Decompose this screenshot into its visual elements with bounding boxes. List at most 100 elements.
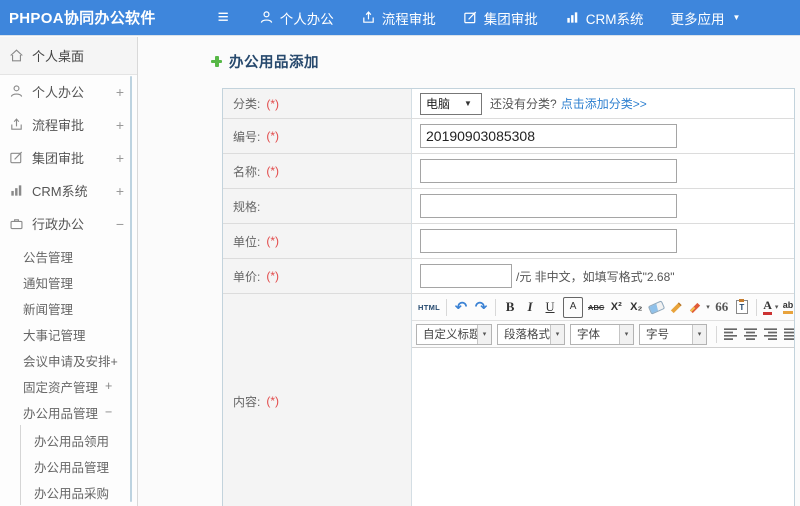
align-justify-icon[interactable] [781,324,794,345]
paste-text-icon[interactable]: T [732,297,752,318]
superscript-button[interactable]: X² [606,297,626,318]
sidebar-scrollbar[interactable] [130,76,132,502]
field-label: 内容: (*) [223,294,412,506]
sidebar-item-admin-office[interactable]: 行政办公 − [0,207,137,240]
sidebar-item-assets-mgmt[interactable]: 固定资产管理 + [0,373,137,399]
rich-text-editor: HTML ↶ ↷ B I U A ABC X² X₂ ▾ 66 T A ▾ ab… [412,294,794,506]
field-label: 分类: (*) [223,89,412,118]
caret-down-icon: ▾ [706,304,710,311]
paragraph-format-dropdown[interactable]: 段落格式 ▾ [497,323,565,345]
html-source-button[interactable]: HTML [416,297,442,318]
topnav-more-apps[interactable]: 更多应用 ▼ [671,8,741,28]
font-color-button[interactable]: A ▾ [761,297,781,318]
eraser-icon[interactable] [646,297,666,318]
italic-button[interactable]: I [520,297,540,318]
topnav-flow-approval[interactable]: 流程审批 [361,8,436,28]
caret-down-icon: ▼ [464,99,472,108]
required-marker: (*) [266,164,280,178]
align-right-icon[interactable] [761,324,781,345]
dropdown-label: 段落格式 [504,329,550,341]
price-input[interactable] [420,264,512,288]
editor-toolbar-row2: 自定义标题 ▾ 段落格式 ▾ 字体 ▾ 字号 ▾ [412,321,794,348]
sidebar-item-flow-approval[interactable]: 流程审批 + [0,108,137,141]
submenu-label: 大事记管理 [23,328,86,343]
field-label: 单价: (*) [223,259,412,293]
align-center-icon[interactable] [741,324,761,345]
undo-icon[interactable]: ↶ [451,297,471,318]
redo-icon[interactable]: ↷ [471,297,491,318]
underline-button[interactable]: U [540,297,560,318]
dropdown-label: 自定义标题 [423,329,481,341]
subscript-button[interactable]: X₂ [626,297,646,318]
strikethrough-button[interactable]: ABC [586,297,606,318]
topnav-crm[interactable]: CRM系统 [565,8,644,28]
flow-icon [9,117,24,132]
expand-plus-icon[interactable]: + [105,379,112,393]
align-left-icon[interactable] [721,324,741,345]
menu-icon[interactable]: ≡ [218,8,229,27]
sidebar-item-label: 行政办公 [32,217,85,232]
add-category-link[interactable]: 点击添加分类>> [561,95,647,112]
no-category-hint: 还没有分类? [490,97,557,111]
expand-plus-icon[interactable]: + [116,117,127,133]
format-painter-icon[interactable] [666,297,686,318]
bold-button[interactable]: B [500,297,520,318]
submenu-label: 新闻管理 [23,302,74,317]
category-select[interactable]: 电脑 ▼ [420,92,482,115]
sidebar-item-meeting-mgmt[interactable]: 会议申请及安排+ [0,347,137,373]
unit-input[interactable] [420,229,677,253]
label-text: 分类: [233,97,261,111]
form-row-unit: 单位: (*) [223,224,794,259]
editor-toolbar-row1: HTML ↶ ↷ B I U A ABC X² X₂ ▾ 66 T A ▾ ab [412,294,794,321]
font-size-dropdown[interactable]: 字号 ▾ [639,323,707,345]
custom-title-dropdown[interactable]: 自定义标题 ▾ [416,323,492,345]
sidebar-item-events-mgmt[interactable]: 大事记管理 [0,321,137,347]
sidebar-item-supplies-manage[interactable]: 办公用品管理 [21,453,137,479]
expand-plus-icon[interactable]: + [116,150,127,166]
user-icon [260,11,272,23]
sidebar-item-label: CRM系统 [32,184,88,199]
sidebar-item-label: 集团审批 [32,151,85,166]
sidebar-item-supplies-claim[interactable]: 办公用品领用 [21,427,137,453]
add-plus-icon [211,55,222,67]
required-marker: (*) [266,394,280,408]
required-marker: (*) [266,129,280,143]
font-border-button[interactable]: A [563,296,584,318]
blockquote-button[interactable]: 66 [712,297,732,318]
topnav-label: 集团审批 [483,11,538,27]
spec-input[interactable] [420,194,677,218]
label-text: 内容: [233,394,261,409]
topnav-personal-office[interactable]: 个人办公 [259,8,334,28]
editor-content[interactable] [412,348,794,506]
sidebar-item-supplies-purchase[interactable]: 办公用品采购 [21,479,137,505]
dropdown-label: 字体 [577,329,600,341]
field-label: 规格: [223,189,412,223]
collapse-minus-icon[interactable]: − [116,216,127,232]
sidebar-item-group-approval[interactable]: 集团审批 + [0,141,137,174]
sidebar-item-crm[interactable]: CRM系统 + [0,174,137,207]
font-color-letter: A [763,299,772,315]
field-value [412,189,794,223]
field-label: 名称: (*) [223,154,412,188]
sidebar-item-desktop[interactable]: 个人桌面 [0,37,137,75]
color-brush-icon[interactable]: ▾ [686,297,712,318]
sidebar-item-announcement-mgmt[interactable]: 公告管理 [0,243,137,269]
app-logo: PHPOA协同办公软件 [9,10,156,27]
field-value [412,224,794,258]
collapse-minus-icon[interactable]: − [105,405,112,419]
sidebar-item-supplies-mgmt[interactable]: 办公用品管理 − [0,399,137,425]
topnav-group-approval[interactable]: 集团审批 [463,8,538,28]
expand-plus-icon[interactable]: + [116,84,127,100]
sidebar-item-personal-office[interactable]: 个人办公 + [0,75,137,108]
topbar: PHPOA协同办公软件 ≡ 个人办公 流程审批 集团审批 CRM系统 更多应用 … [0,0,800,36]
sidebar-item-notice-mgmt[interactable]: 通知管理 [0,269,137,295]
expand-plus-icon[interactable]: + [116,183,127,199]
code-input[interactable] [420,124,677,148]
sidebar-item-label: 流程审批 [32,118,85,133]
highlight-color-button[interactable]: ab ▾ [781,297,794,318]
font-family-dropdown[interactable]: 字体 ▾ [570,323,634,345]
paste-letter: T [739,302,745,312]
sidebar-item-news-mgmt[interactable]: 新闻管理 [0,295,137,321]
name-input[interactable] [420,159,677,183]
field-value [412,154,794,188]
